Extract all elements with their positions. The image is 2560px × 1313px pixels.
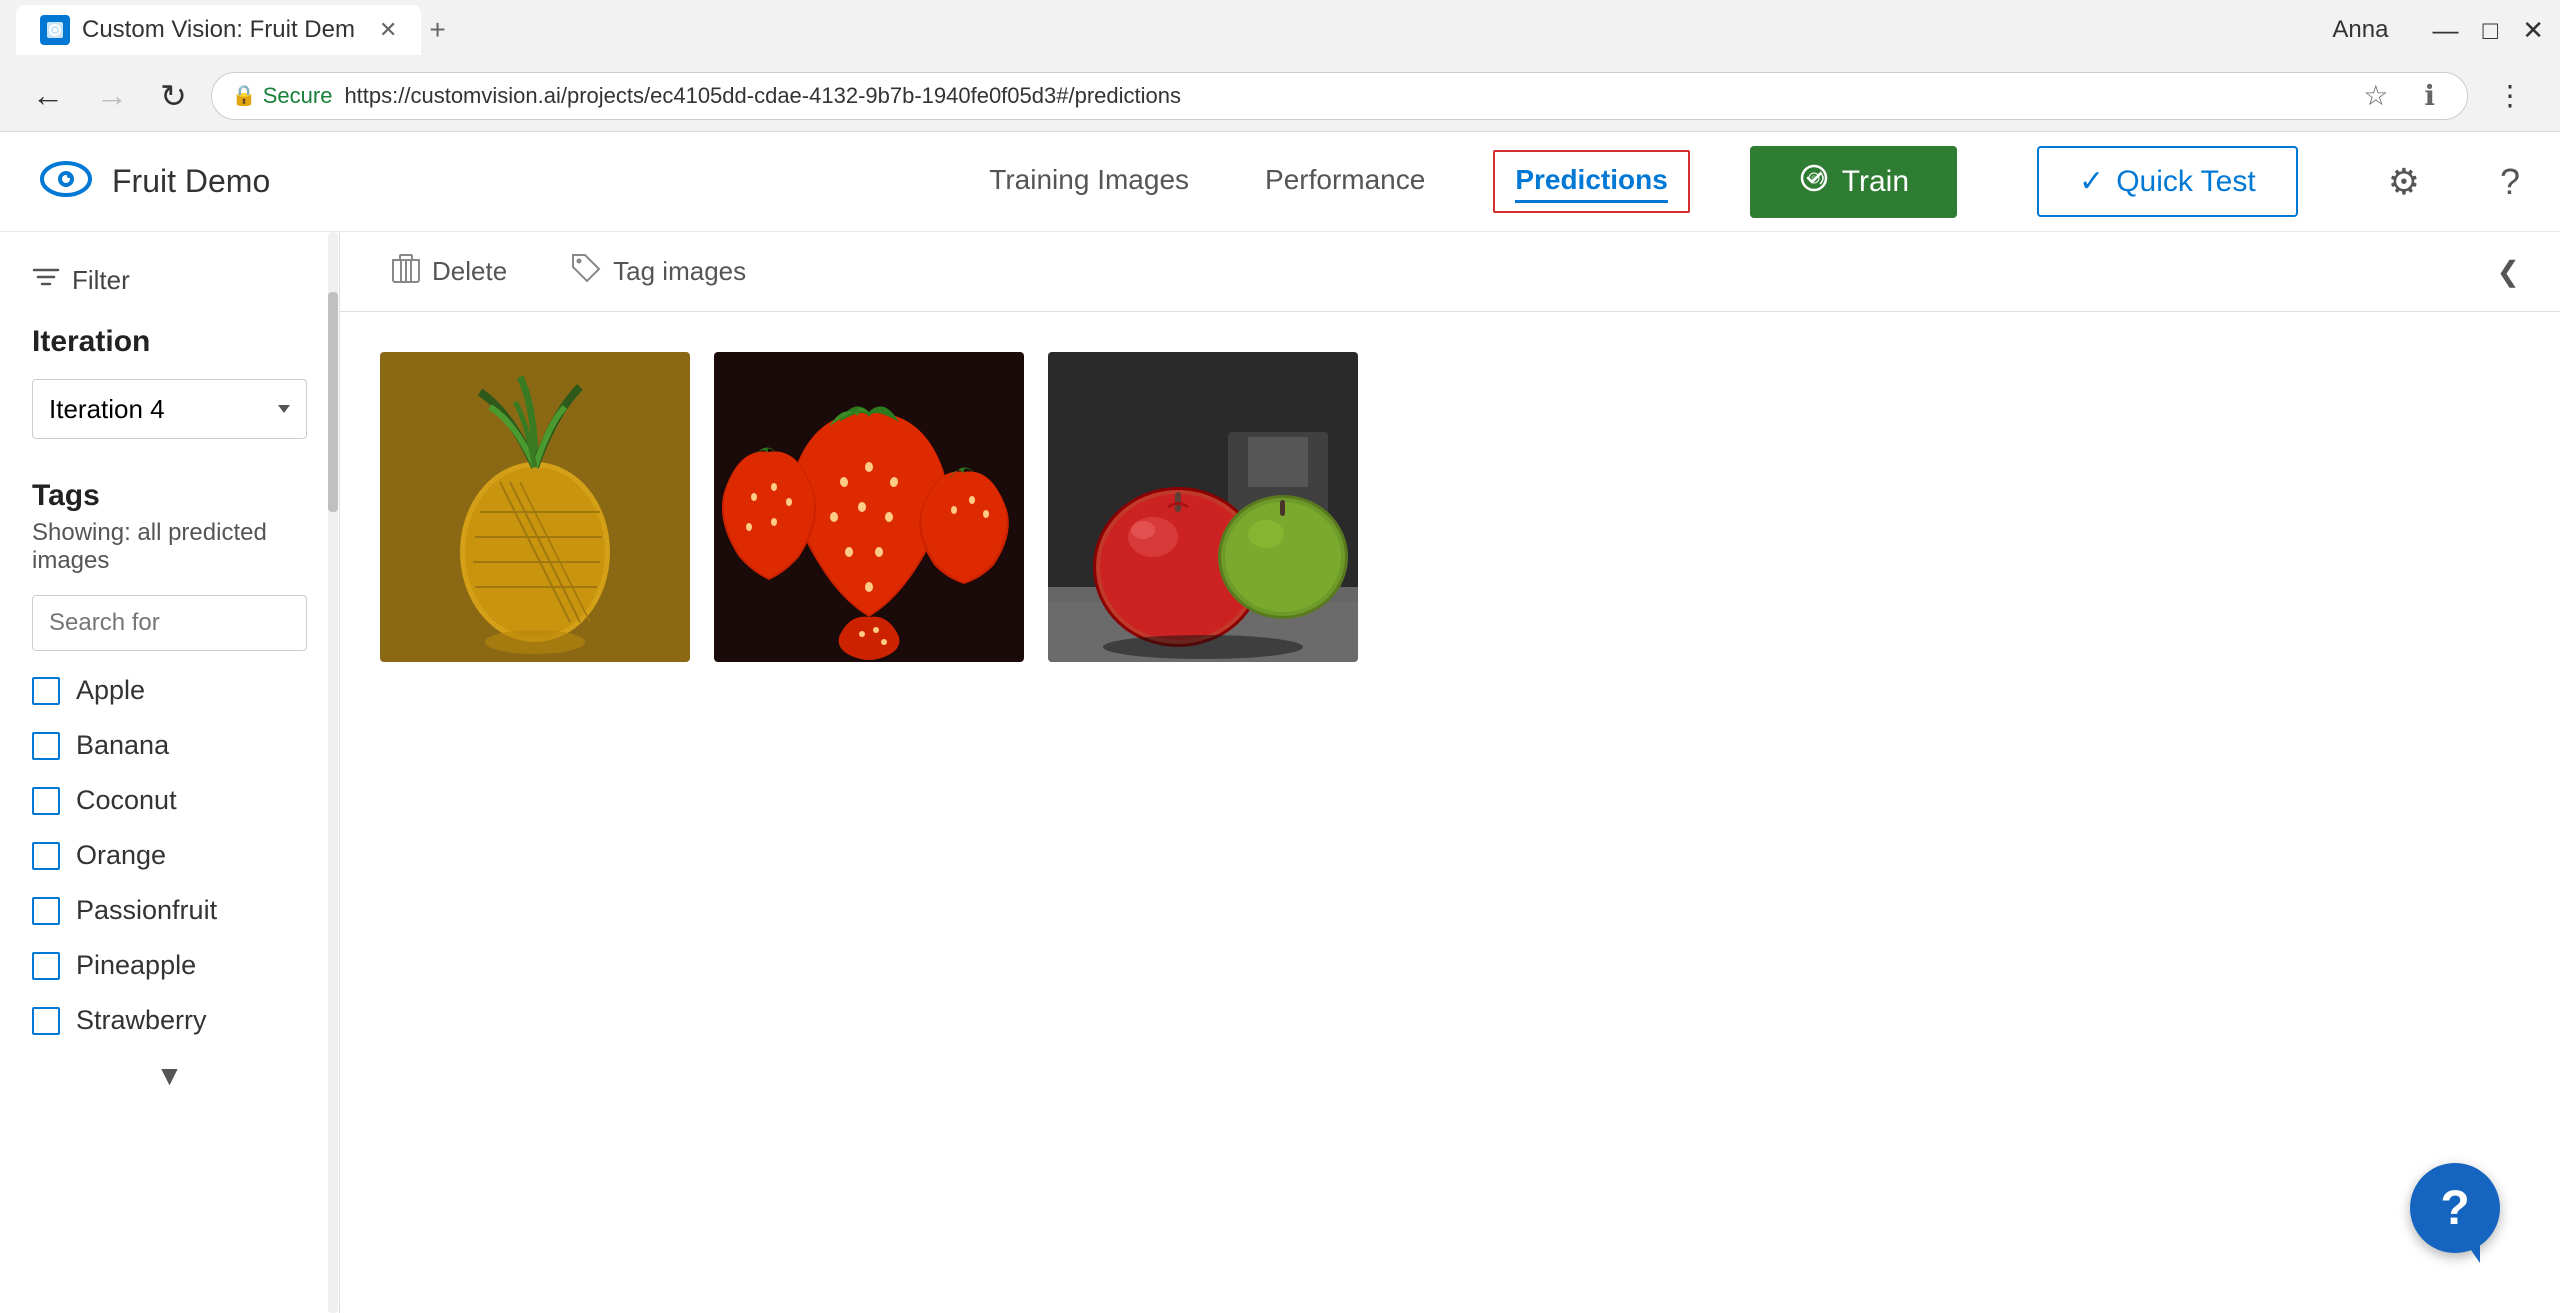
tag-label-pineapple: Pineapple	[76, 950, 196, 981]
image-grid	[340, 312, 2560, 702]
content-toolbar: Delete Tag images ❮	[340, 232, 2560, 312]
brand-logo: Fruit Demo	[40, 154, 270, 209]
filter-icon	[32, 264, 60, 297]
tag-images-label: Tag images	[613, 256, 746, 287]
brand-name: Fruit Demo	[112, 163, 270, 200]
iteration-title: Iteration	[32, 325, 307, 359]
tab-favicon	[40, 15, 70, 45]
tab-close-button[interactable]: ✕	[379, 17, 397, 43]
close-button[interactable]: ✕	[2522, 15, 2544, 46]
info-icon[interactable]: ℹ	[2412, 79, 2447, 112]
secure-badge: 🔒 Secure	[232, 83, 333, 109]
tag-item-strawberry[interactable]: Strawberry	[32, 1005, 307, 1036]
tab-performance[interactable]: Performance	[1257, 132, 1433, 232]
tab-predictions[interactable]: Predictions	[1515, 160, 1667, 203]
tab-training-images[interactable]: Training Images	[981, 132, 1197, 232]
tag-label-apple: Apple	[76, 675, 145, 706]
tag-images-button[interactable]: Tag images	[559, 245, 758, 298]
collapse-panel-button[interactable]: ❮	[2497, 255, 2520, 288]
quick-test-label: Quick Test	[2116, 165, 2256, 199]
filter-label[interactable]: Filter	[32, 264, 307, 297]
checkbox-apple[interactable]	[32, 677, 60, 705]
tag-item-banana[interactable]: Banana	[32, 730, 307, 761]
user-name: Anna	[2332, 16, 2388, 44]
checkbox-pineapple[interactable]	[32, 952, 60, 980]
logo-eye-icon	[40, 154, 92, 209]
settings-icon[interactable]: ⚙	[2388, 161, 2420, 203]
tag-item-coconut[interactable]: Coconut	[32, 785, 307, 816]
image-card-pineapple[interactable]	[380, 352, 690, 662]
tag-item-passionfruit[interactable]: Passionfruit	[32, 895, 307, 926]
checkbox-coconut[interactable]	[32, 787, 60, 815]
image-card-strawberry[interactable]	[714, 352, 1024, 662]
train-label: Train	[1842, 165, 1909, 199]
sidebar-scrollbar[interactable]	[327, 232, 339, 1313]
tag-label-strawberry: Strawberry	[76, 1005, 207, 1036]
tags-subtitle: Showing: all predicted images	[32, 519, 307, 575]
browser-menu-button[interactable]: ⋮	[2484, 79, 2536, 112]
new-tab-button[interactable]: +	[429, 14, 445, 46]
tag-label-banana: Banana	[76, 730, 169, 761]
help-icon[interactable]: ?	[2500, 161, 2520, 203]
url-text[interactable]: https://customvision.ai/projects/ec4105d…	[344, 83, 1181, 109]
refresh-button[interactable]: ↻	[152, 73, 195, 119]
tag-item-pineapple[interactable]: Pineapple	[32, 950, 307, 981]
main-nav: Training Images Performance Predictions …	[981, 132, 2520, 232]
sidebar: Filter Iteration Iteration 4 Tags Showin…	[0, 232, 340, 1313]
tags-title: Tags	[32, 479, 307, 513]
tag-label-passionfruit: Passionfruit	[76, 895, 217, 926]
delete-button[interactable]: Delete	[380, 245, 519, 298]
image-card-apple[interactable]	[1048, 352, 1358, 662]
checkbox-passionfruit[interactable]	[32, 897, 60, 925]
lock-icon: 🔒	[232, 83, 257, 108]
trash-icon	[392, 253, 420, 290]
tag-item-orange[interactable]: Orange	[32, 840, 307, 871]
content-area: Delete Tag images ❮	[340, 232, 2560, 1313]
tag-item-apple[interactable]: Apple	[32, 675, 307, 706]
help-bubble-tail	[2466, 1243, 2480, 1263]
train-icon	[1798, 162, 1830, 202]
forward-button[interactable]: →	[88, 73, 136, 118]
checkbox-banana[interactable]	[32, 732, 60, 760]
tag-label-orange: Orange	[76, 840, 166, 871]
tab-title: Custom Vision: Fruit Dem	[82, 16, 355, 44]
maximize-button[interactable]: □	[2482, 15, 2498, 46]
back-button[interactable]: ←	[24, 73, 72, 118]
check-icon: ✓	[2079, 164, 2104, 199]
train-button[interactable]: Train	[1750, 146, 1957, 218]
tag-icon	[571, 253, 601, 290]
help-bubble-button[interactable]: ?	[2410, 1163, 2500, 1253]
scroll-down-icon[interactable]: ▼	[156, 1060, 184, 1092]
delete-label: Delete	[432, 256, 507, 287]
quick-test-button[interactable]: ✓ Quick Test	[2037, 146, 2298, 217]
tag-label-coconut: Coconut	[76, 785, 177, 816]
checkbox-strawberry[interactable]	[32, 1007, 60, 1035]
iteration-dropdown[interactable]: Iteration 4	[32, 379, 307, 439]
bookmark-icon[interactable]: ☆	[2351, 79, 2400, 112]
checkbox-orange[interactable]	[32, 842, 60, 870]
search-input[interactable]	[32, 595, 307, 651]
minimize-button[interactable]: —	[2432, 15, 2458, 46]
